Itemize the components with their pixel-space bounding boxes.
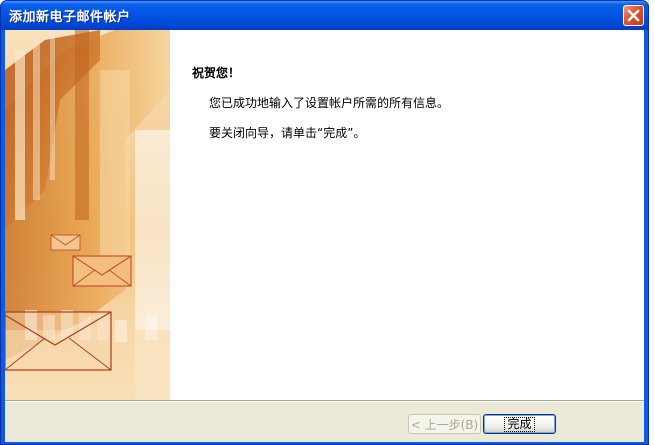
dialog-client-area: 祝贺您！ 您已成功地输入了设置帐户所需的所有信息。 要关闭向导，请单击“完成”。… [5, 30, 644, 442]
banner-illustration [5, 30, 170, 400]
window-title: 添加新电子邮件帐户 [9, 10, 131, 25]
close-icon [627, 9, 640, 22]
button-separator [5, 400, 644, 402]
desktop-background [648, 0, 655, 445]
title-bar[interactable]: 添加新电子邮件帐户 [1, 1, 648, 30]
wizard-window: 添加新电子邮件帐户 祝贺您！ 您已成功地输入了设置帐户所需的所有信息。 要关闭向… [0, 0, 649, 445]
wizard-page: 祝贺您！ 您已成功地输入了设置帐户所需的所有信息。 要关闭向导，请单击“完成”。 [5, 30, 644, 400]
wizard-message-success: 您已成功地输入了设置帐户所需的所有信息。 [209, 96, 450, 110]
envelope-icon [50, 234, 81, 251]
back-button-label: < 上一步(B) [410, 417, 479, 432]
back-button[interactable]: < 上一步(B) [408, 414, 481, 434]
envelope-icon [5, 311, 112, 371]
wizard-message-instruction: 要关闭向导，请单击“完成”。 [209, 126, 366, 140]
finish-button-label: 完成 [504, 416, 535, 432]
finish-button[interactable]: 完成 [483, 414, 556, 434]
close-button[interactable] [623, 5, 644, 26]
envelope-icon [72, 255, 132, 287]
wizard-heading: 祝贺您！ [192, 66, 241, 80]
wizard-banner-art [5, 30, 170, 400]
